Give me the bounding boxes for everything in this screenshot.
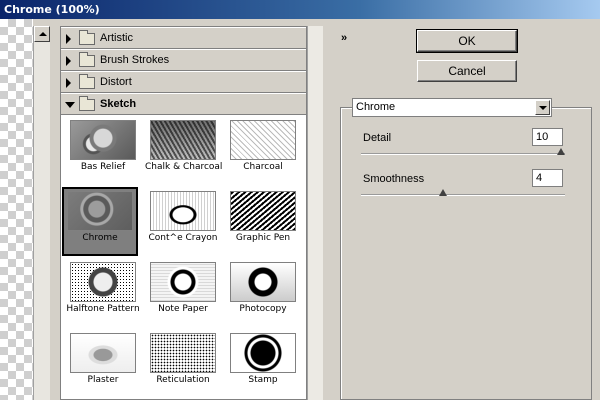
expand-triangle-icon [66, 56, 71, 66]
preview-scrollbar[interactable] [33, 26, 50, 400]
category-distort[interactable]: Distort [61, 71, 306, 93]
filter-gallery: Artistic Brush Strokes Distort Sketch Ba… [60, 26, 307, 400]
filter-label: Halftone Pattern [66, 304, 140, 314]
detail-input[interactable]: 10 [532, 128, 563, 146]
scroll-up-icon[interactable] [34, 26, 50, 42]
filter-label: Cont^e Crayon [148, 233, 218, 243]
filter-label: Chalk & Charcoal [145, 162, 223, 172]
filter-plaster[interactable]: Plaster [65, 329, 141, 398]
filter-select-value: Chrome [356, 101, 396, 113]
category-label: Brush Strokes [100, 54, 170, 66]
folder-open-icon [79, 96, 95, 111]
folder-icon [79, 30, 95, 45]
collapse-gallery-icon[interactable]: » [341, 32, 353, 46]
detail-slider[interactable] [361, 148, 565, 155]
smoothness-slider-knob[interactable] [439, 189, 447, 196]
reticulation-thumbnail [150, 333, 216, 373]
folder-icon [79, 74, 95, 89]
filter-settings-panel [340, 107, 592, 400]
chrome-thumbnail [67, 191, 133, 231]
filter-label: Note Paper [158, 304, 208, 314]
filter-graphic-pen[interactable]: Graphic Pen [225, 187, 301, 256]
filter-label: Photocopy [239, 304, 287, 314]
chalk-charcoal-thumbnail [150, 120, 216, 160]
filter-stamp[interactable]: Stamp [225, 329, 301, 398]
filter-select[interactable]: Chrome [352, 98, 552, 117]
photocopy-thumbnail [230, 262, 296, 302]
chevron-down-icon[interactable] [535, 100, 550, 115]
detail-slider-knob[interactable] [557, 148, 565, 155]
folder-icon [79, 52, 95, 67]
image-preview[interactable] [0, 19, 33, 400]
filter-label: Graphic Pen [235, 233, 291, 243]
filter-label: Bas Relief [80, 162, 126, 172]
filter-reticulation[interactable]: Reticulation [145, 329, 221, 398]
smoothness-slider[interactable] [361, 189, 565, 196]
ok-button[interactable]: OK [416, 29, 518, 53]
filter-bas-relief[interactable]: Bas Relief [65, 116, 141, 185]
expand-triangle-icon [66, 78, 71, 88]
category-sketch[interactable]: Sketch [61, 93, 306, 115]
filter-note-paper[interactable]: Note Paper [145, 258, 221, 327]
category-label: Distort [100, 76, 132, 88]
stamp-thumbnail [230, 333, 296, 373]
category-label: Artistic [100, 32, 133, 44]
filter-chalk-charcoal[interactable]: Chalk & Charcoal [145, 116, 223, 185]
filter-label: Charcoal [243, 162, 283, 172]
category-brush-strokes[interactable]: Brush Strokes [61, 49, 306, 71]
collapse-triangle-icon [65, 102, 75, 108]
detail-label: Detail [363, 132, 392, 144]
halftone-pattern-thumbnail [70, 262, 136, 302]
category-label: Sketch [100, 98, 137, 110]
filter-label: Stamp [248, 375, 278, 385]
gallery-scrollbar[interactable] [307, 26, 323, 400]
smoothness-input[interactable]: 4 [532, 169, 563, 187]
filter-label: Chrome [82, 233, 118, 243]
conte-crayon-thumbnail [150, 191, 216, 231]
filter-charcoal[interactable]: Charcoal [225, 116, 301, 185]
expand-triangle-icon [66, 34, 71, 44]
filter-halftone-pattern[interactable]: Halftone Pattern [65, 258, 141, 327]
filter-label: Plaster [87, 375, 119, 385]
category-artistic[interactable]: Artistic [61, 27, 306, 49]
window-title: Chrome (100%) [4, 3, 100, 16]
filter-label: Reticulation [156, 375, 210, 385]
sketch-filter-thumbnails: Bas Relief Chalk & Charcoal Charcoal Chr… [61, 116, 306, 399]
bas-relief-thumbnail [70, 120, 136, 160]
graphic-pen-thumbnail [230, 191, 296, 231]
cancel-button[interactable]: Cancel [417, 60, 517, 82]
filter-chrome[interactable]: Chrome [62, 187, 138, 256]
filter-conte-crayon[interactable]: Cont^e Crayon [145, 187, 221, 256]
plaster-thumbnail [70, 333, 136, 373]
title-bar: Chrome (100%) [0, 0, 600, 19]
filter-photocopy[interactable]: Photocopy [225, 258, 301, 327]
smoothness-label: Smoothness [363, 173, 425, 185]
charcoal-thumbnail [230, 120, 296, 160]
note-paper-thumbnail [150, 262, 216, 302]
